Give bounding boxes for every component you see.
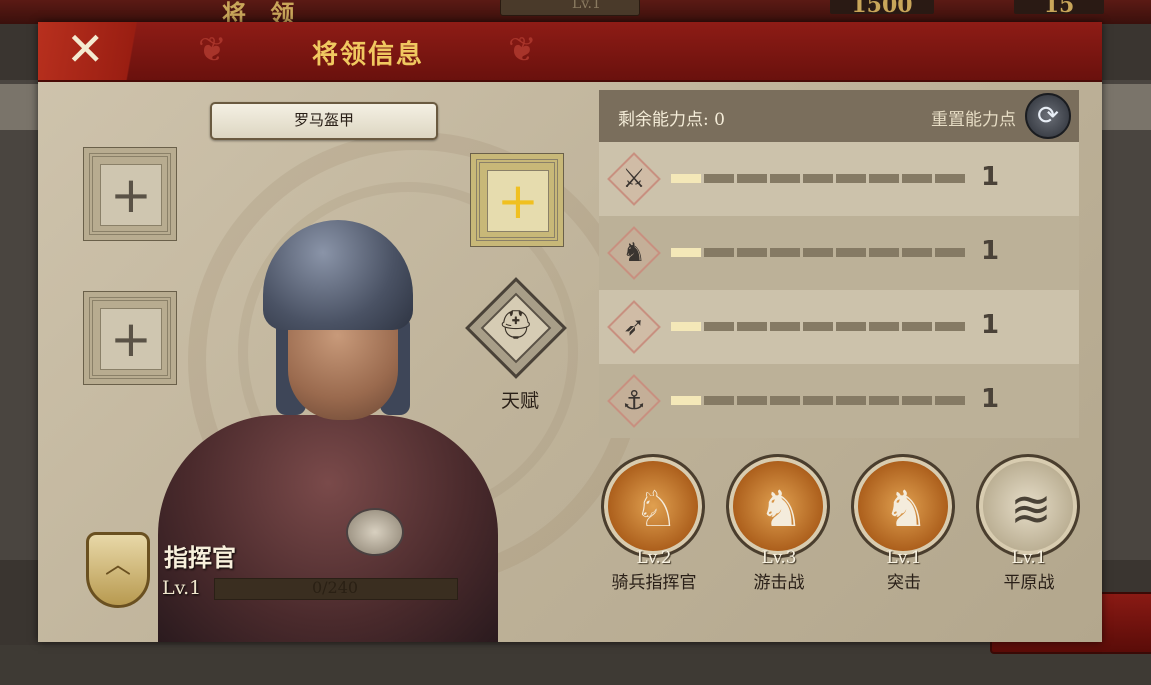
close-x-icon: ✕ xyxy=(66,22,105,76)
stat-value: 1 xyxy=(981,384,1000,414)
commander-title: 指挥官 xyxy=(164,543,236,572)
stat-segment xyxy=(869,322,899,331)
stat-segment xyxy=(935,248,965,257)
sword-icon: ⚔ xyxy=(607,152,661,206)
stat-bar xyxy=(671,322,965,331)
horse-icon: ♞ xyxy=(607,226,661,280)
stat-segment xyxy=(836,322,866,331)
stat-value: 1 xyxy=(981,162,1000,192)
stat-bar xyxy=(671,174,965,183)
stat-segment xyxy=(704,322,734,331)
stat-segment xyxy=(704,396,734,405)
anchor-icon: ⚓ xyxy=(607,374,661,428)
skill-name: 平原战 xyxy=(1003,573,1055,593)
stat-segment xyxy=(902,174,932,183)
stat-segment xyxy=(737,248,767,257)
stat-segment xyxy=(770,396,800,405)
background-level: Lv.1 xyxy=(572,0,601,12)
helmet-icon: ⛑ xyxy=(498,308,534,341)
remaining-points: 剩余能力点: 0 xyxy=(618,110,725,130)
stat-segment xyxy=(671,174,701,183)
stat-segment xyxy=(902,322,932,331)
skill-assault[interactable]: ♞ Lv.1 突击 xyxy=(851,454,957,594)
skill-name: 游击战 xyxy=(753,573,805,593)
stat-segment xyxy=(935,396,965,405)
skill-level: Lv.3 xyxy=(761,548,797,568)
stat-segment xyxy=(902,396,932,405)
skill-level: Lv.1 xyxy=(886,548,922,568)
general-info-panel: ❦ ❦ 将领信息 ✕ 罗马盔甲 + + + ⛑ 天赋 ︿ 指挥官 Lv.1 0/… xyxy=(38,22,1102,642)
portrait-helmet xyxy=(263,220,413,330)
stat-row-archery: ➶ 1 xyxy=(599,290,1079,364)
skill-cavalry-commander[interactable]: ♘ Lv.2 骑兵指挥官 xyxy=(601,454,707,594)
horse-head-icon: ♘ xyxy=(601,454,705,558)
background-level-box xyxy=(500,0,640,16)
refresh-icon[interactable]: ⟳ xyxy=(1025,93,1071,139)
stat-segment xyxy=(869,248,899,257)
stat-points-header: 剩余能力点: 0 重置能力点 ⟳ xyxy=(599,90,1079,142)
reset-points-label[interactable]: 重置能力点 xyxy=(931,105,1016,130)
close-button[interactable]: ✕ xyxy=(38,22,168,80)
skill-level: Lv.2 xyxy=(636,548,672,568)
stat-segment xyxy=(869,396,899,405)
commander-level: Lv.1 xyxy=(162,577,202,599)
talent-label: 天赋 xyxy=(500,390,539,412)
xp-text: 0/240 xyxy=(311,578,359,597)
armor-name-label[interactable]: 罗马盔甲 xyxy=(210,102,438,140)
skill-name: 突击 xyxy=(887,573,921,593)
stat-segment xyxy=(836,396,866,405)
panel-header: ❦ ❦ 将领信息 ✕ xyxy=(38,22,1102,82)
left-background xyxy=(0,80,40,560)
skill-level: Lv.1 xyxy=(1011,548,1047,568)
chevron-up-icon: ︿ xyxy=(104,550,131,580)
stat-segment xyxy=(836,174,866,183)
horsemen-icon: ♞ xyxy=(726,454,830,558)
stat-segment xyxy=(836,248,866,257)
portrait-armor xyxy=(158,415,498,642)
stat-segment xyxy=(671,396,701,405)
stat-segment xyxy=(935,174,965,183)
stat-segment xyxy=(770,248,800,257)
skill-plains-battle[interactable]: ≋ Lv.1 平原战 xyxy=(976,454,1082,594)
bottom-background xyxy=(0,645,1151,685)
stat-value: 1 xyxy=(981,310,1000,340)
stat-bar xyxy=(671,248,965,257)
stat-segment xyxy=(704,174,734,183)
plains-icon: ≋ xyxy=(976,454,1080,558)
stat-segment xyxy=(803,174,833,183)
stat-row-attack: ⚔ 1 xyxy=(599,142,1079,216)
stat-row-cavalry: ♞ 1 xyxy=(599,216,1079,290)
stat-segment xyxy=(671,248,701,257)
stat-segment xyxy=(935,322,965,331)
stat-segment xyxy=(704,248,734,257)
stat-segment xyxy=(737,396,767,405)
stat-segment xyxy=(737,174,767,183)
stat-segment xyxy=(803,248,833,257)
stat-segment xyxy=(770,322,800,331)
right-strip xyxy=(1100,84,1151,130)
charging-rider-icon: ♞ xyxy=(851,454,955,558)
stat-bar xyxy=(671,396,965,405)
bow-icon: ➶ xyxy=(607,300,661,354)
resource-counter: 15 xyxy=(1014,0,1104,16)
stat-segment xyxy=(671,322,701,331)
stat-segment xyxy=(869,174,899,183)
stat-segment xyxy=(902,248,932,257)
left-strip xyxy=(0,84,40,130)
stat-segment xyxy=(737,322,767,331)
stat-row-naval: ⚓ 1 xyxy=(599,364,1079,438)
right-background xyxy=(1100,80,1151,560)
stat-segment xyxy=(803,322,833,331)
armor-emblem xyxy=(346,508,404,556)
skill-name: 骑兵指挥官 xyxy=(611,573,697,593)
stat-segment xyxy=(770,174,800,183)
skill-guerrilla[interactable]: ♞ Lv.3 游击战 xyxy=(726,454,832,594)
coins-counter: 1500 xyxy=(830,0,934,16)
stat-segment xyxy=(803,396,833,405)
stat-value: 1 xyxy=(981,236,1000,266)
